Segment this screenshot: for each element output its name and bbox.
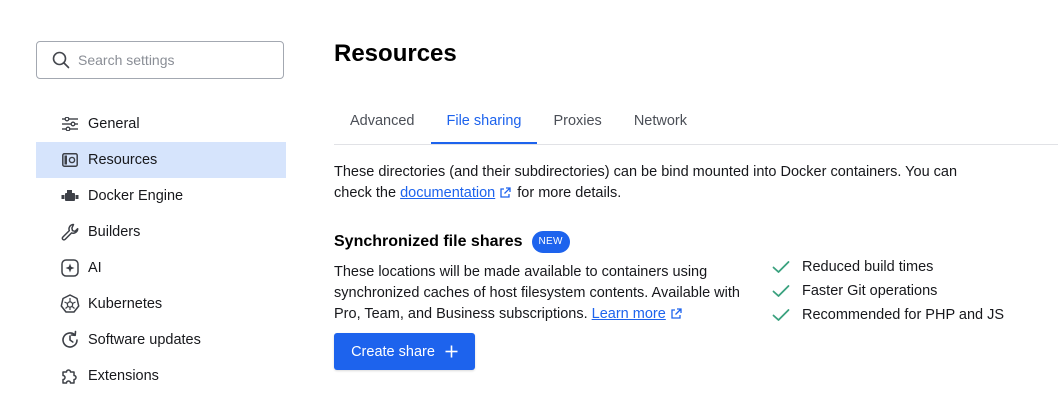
- search-icon: [52, 51, 70, 69]
- ai-icon: [60, 258, 80, 278]
- sidebar-item-ai[interactable]: AI: [36, 250, 286, 286]
- feature-item: Recommended for PHP and JS: [772, 303, 1004, 327]
- feature-label: Faster Git operations: [802, 283, 938, 299]
- wrench-icon: [60, 222, 80, 242]
- puzzle-icon: [60, 366, 80, 386]
- page-title: Resources: [334, 40, 457, 67]
- sidebar-item-extensions[interactable]: Extensions: [36, 358, 286, 394]
- sidebar-item-builders[interactable]: Builders: [36, 214, 286, 250]
- sidebar-item-label: Builders: [88, 224, 141, 240]
- description-prefix: check the: [334, 185, 397, 201]
- sidebar-item-label: Resources: [88, 152, 158, 168]
- sidebar-item-label: AI: [88, 260, 102, 276]
- search-box[interactable]: [36, 41, 284, 79]
- external-link-icon: [500, 187, 511, 198]
- description-line1: These directories (and their subdirector…: [334, 164, 958, 180]
- plus-icon: [445, 345, 458, 358]
- create-share-button[interactable]: Create share: [334, 333, 475, 370]
- create-share-label: Create share: [351, 343, 435, 360]
- sidebar-item-label: General: [88, 116, 140, 132]
- software-updates-icon: [60, 330, 80, 350]
- search-input[interactable]: [78, 52, 268, 68]
- external-link-icon: [671, 308, 682, 319]
- sidebar-item-label: Extensions: [88, 368, 159, 384]
- sidebar-item-software-updates[interactable]: Software updates: [36, 322, 286, 358]
- sidebar-item-general[interactable]: General: [36, 106, 286, 142]
- sync-title: Synchronized file shares: [334, 233, 523, 250]
- feature-label: Reduced build times: [802, 259, 934, 275]
- sidebar-item-docker-engine[interactable]: Docker Engine: [36, 178, 286, 214]
- sync-section-header: Synchronized file shares NEW: [334, 231, 570, 253]
- new-badge: NEW: [531, 231, 570, 253]
- sync-description: These locations will be made available t…: [334, 262, 744, 325]
- description-suffix: for more details.: [517, 185, 622, 201]
- tab-bar: Advanced File sharing Proxies Network: [334, 104, 1058, 145]
- sidebar-item-label: Kubernetes: [88, 296, 163, 312]
- tab-advanced[interactable]: Advanced: [334, 104, 431, 144]
- check-icon: [772, 260, 792, 274]
- kubernetes-icon: [60, 294, 80, 314]
- documentation-link[interactable]: documentation: [400, 185, 495, 201]
- sidebar-item-resources[interactable]: Resources: [36, 142, 286, 178]
- check-icon: [772, 284, 792, 298]
- feature-item: Reduced build times: [772, 255, 1004, 279]
- sidebar-item-label: Software updates: [88, 332, 201, 348]
- sliders-icon: [60, 114, 80, 134]
- docker-engine-icon: [60, 186, 80, 206]
- sidebar-nav: General Resources Docker Engine Builders…: [36, 106, 286, 394]
- feature-item: Faster Git operations: [772, 279, 1004, 303]
- sidebar-item-label: Docker Engine: [88, 188, 184, 204]
- check-icon: [772, 308, 792, 322]
- tab-file-sharing[interactable]: File sharing: [430, 104, 538, 144]
- learn-more-link[interactable]: Learn more: [592, 306, 666, 322]
- sidebar-item-kubernetes[interactable]: Kubernetes: [36, 286, 286, 322]
- feature-label: Recommended for PHP and JS: [802, 307, 1005, 323]
- resources-icon: [60, 150, 80, 170]
- file-sharing-description: These directories (and their subdirector…: [334, 162, 1034, 204]
- feature-list: Reduced build times Faster Git operation…: [772, 255, 1004, 327]
- tab-proxies[interactable]: Proxies: [537, 104, 617, 144]
- tab-network[interactable]: Network: [618, 104, 703, 144]
